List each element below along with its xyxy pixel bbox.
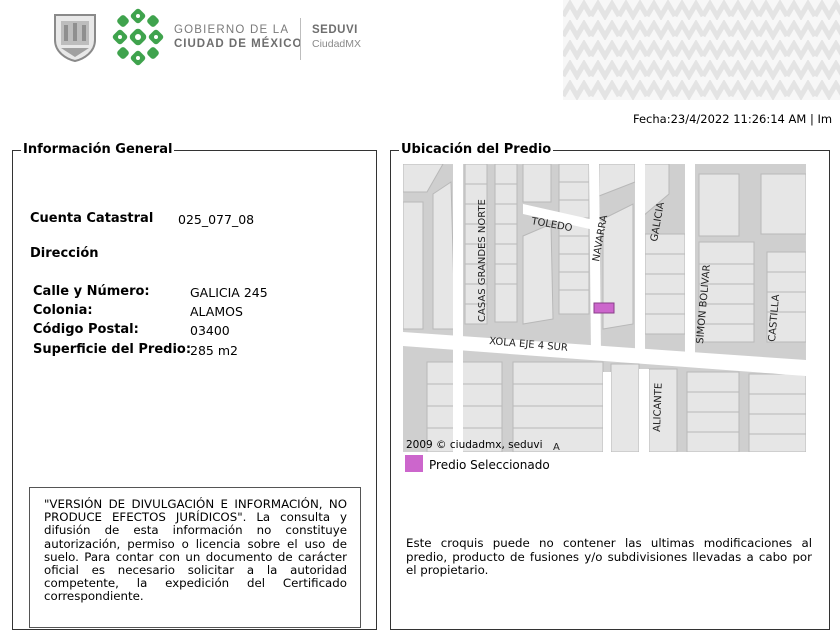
colonia-label: Colonia: bbox=[33, 303, 93, 318]
colonia-value: ALAMOS bbox=[190, 304, 243, 319]
header-divider bbox=[300, 18, 301, 60]
map-credit: 2009 © ciudadmx, seduvi bbox=[406, 439, 543, 451]
location-map[interactable]: CASAS GRANDES NORTE TOLEDO NAVARRA GALIC… bbox=[403, 164, 806, 452]
cuenta-catastral-label: Cuenta Catastral bbox=[30, 211, 154, 226]
street-label-alicante: ALICANTE bbox=[652, 383, 665, 432]
disclaimer-text: "VERSIÓN DE DIVULGACIÓN E INFORMACIÓN, N… bbox=[44, 497, 347, 604]
superficie-value: 285 m2 bbox=[190, 343, 238, 358]
panel-ubicacion-legend: Ubicación del Predio bbox=[399, 142, 554, 157]
calle-value: GALICIA 245 bbox=[190, 285, 268, 300]
cuenta-catastral-value: 025_077_08 bbox=[178, 212, 255, 227]
croquis-note: Este croquis puede no contener las ultim… bbox=[406, 536, 812, 578]
gov-line2: CIUDAD DE MÉXICO bbox=[174, 38, 303, 50]
calle-label: Calle y Número: bbox=[33, 284, 150, 299]
selected-lot-marker bbox=[593, 302, 615, 314]
disclaimer-box: "VERSIÓN DE DIVULGACIÓN E INFORMACIÓN, N… bbox=[29, 487, 361, 628]
street-label-casas-grandes: CASAS GRANDES NORTE bbox=[477, 199, 488, 322]
timestamp: Fecha:23/4/2022 11:26:14 AM | Im bbox=[633, 112, 833, 126]
codigo-postal-value: 03400 bbox=[190, 323, 230, 338]
legend-label: Predio Seleccionado bbox=[429, 458, 550, 472]
agency-subtitle: CiudadMX bbox=[312, 38, 362, 50]
codigo-postal-label: Código Postal: bbox=[33, 322, 139, 337]
cdmx-seal-logo bbox=[54, 14, 96, 62]
street-label-a: A bbox=[553, 442, 560, 452]
direccion-label: Dirección bbox=[30, 246, 99, 261]
cdmx-flower-logo bbox=[112, 8, 164, 66]
panel-general-legend: Información General bbox=[21, 142, 175, 157]
agency-name: SEDUVI bbox=[312, 24, 358, 36]
superficie-label: Superficie del Predio: bbox=[33, 342, 192, 357]
header-pattern-decoration bbox=[563, 0, 840, 100]
gov-line1: GOBIERNO DE LA bbox=[174, 24, 290, 36]
legend-swatch bbox=[405, 455, 423, 472]
